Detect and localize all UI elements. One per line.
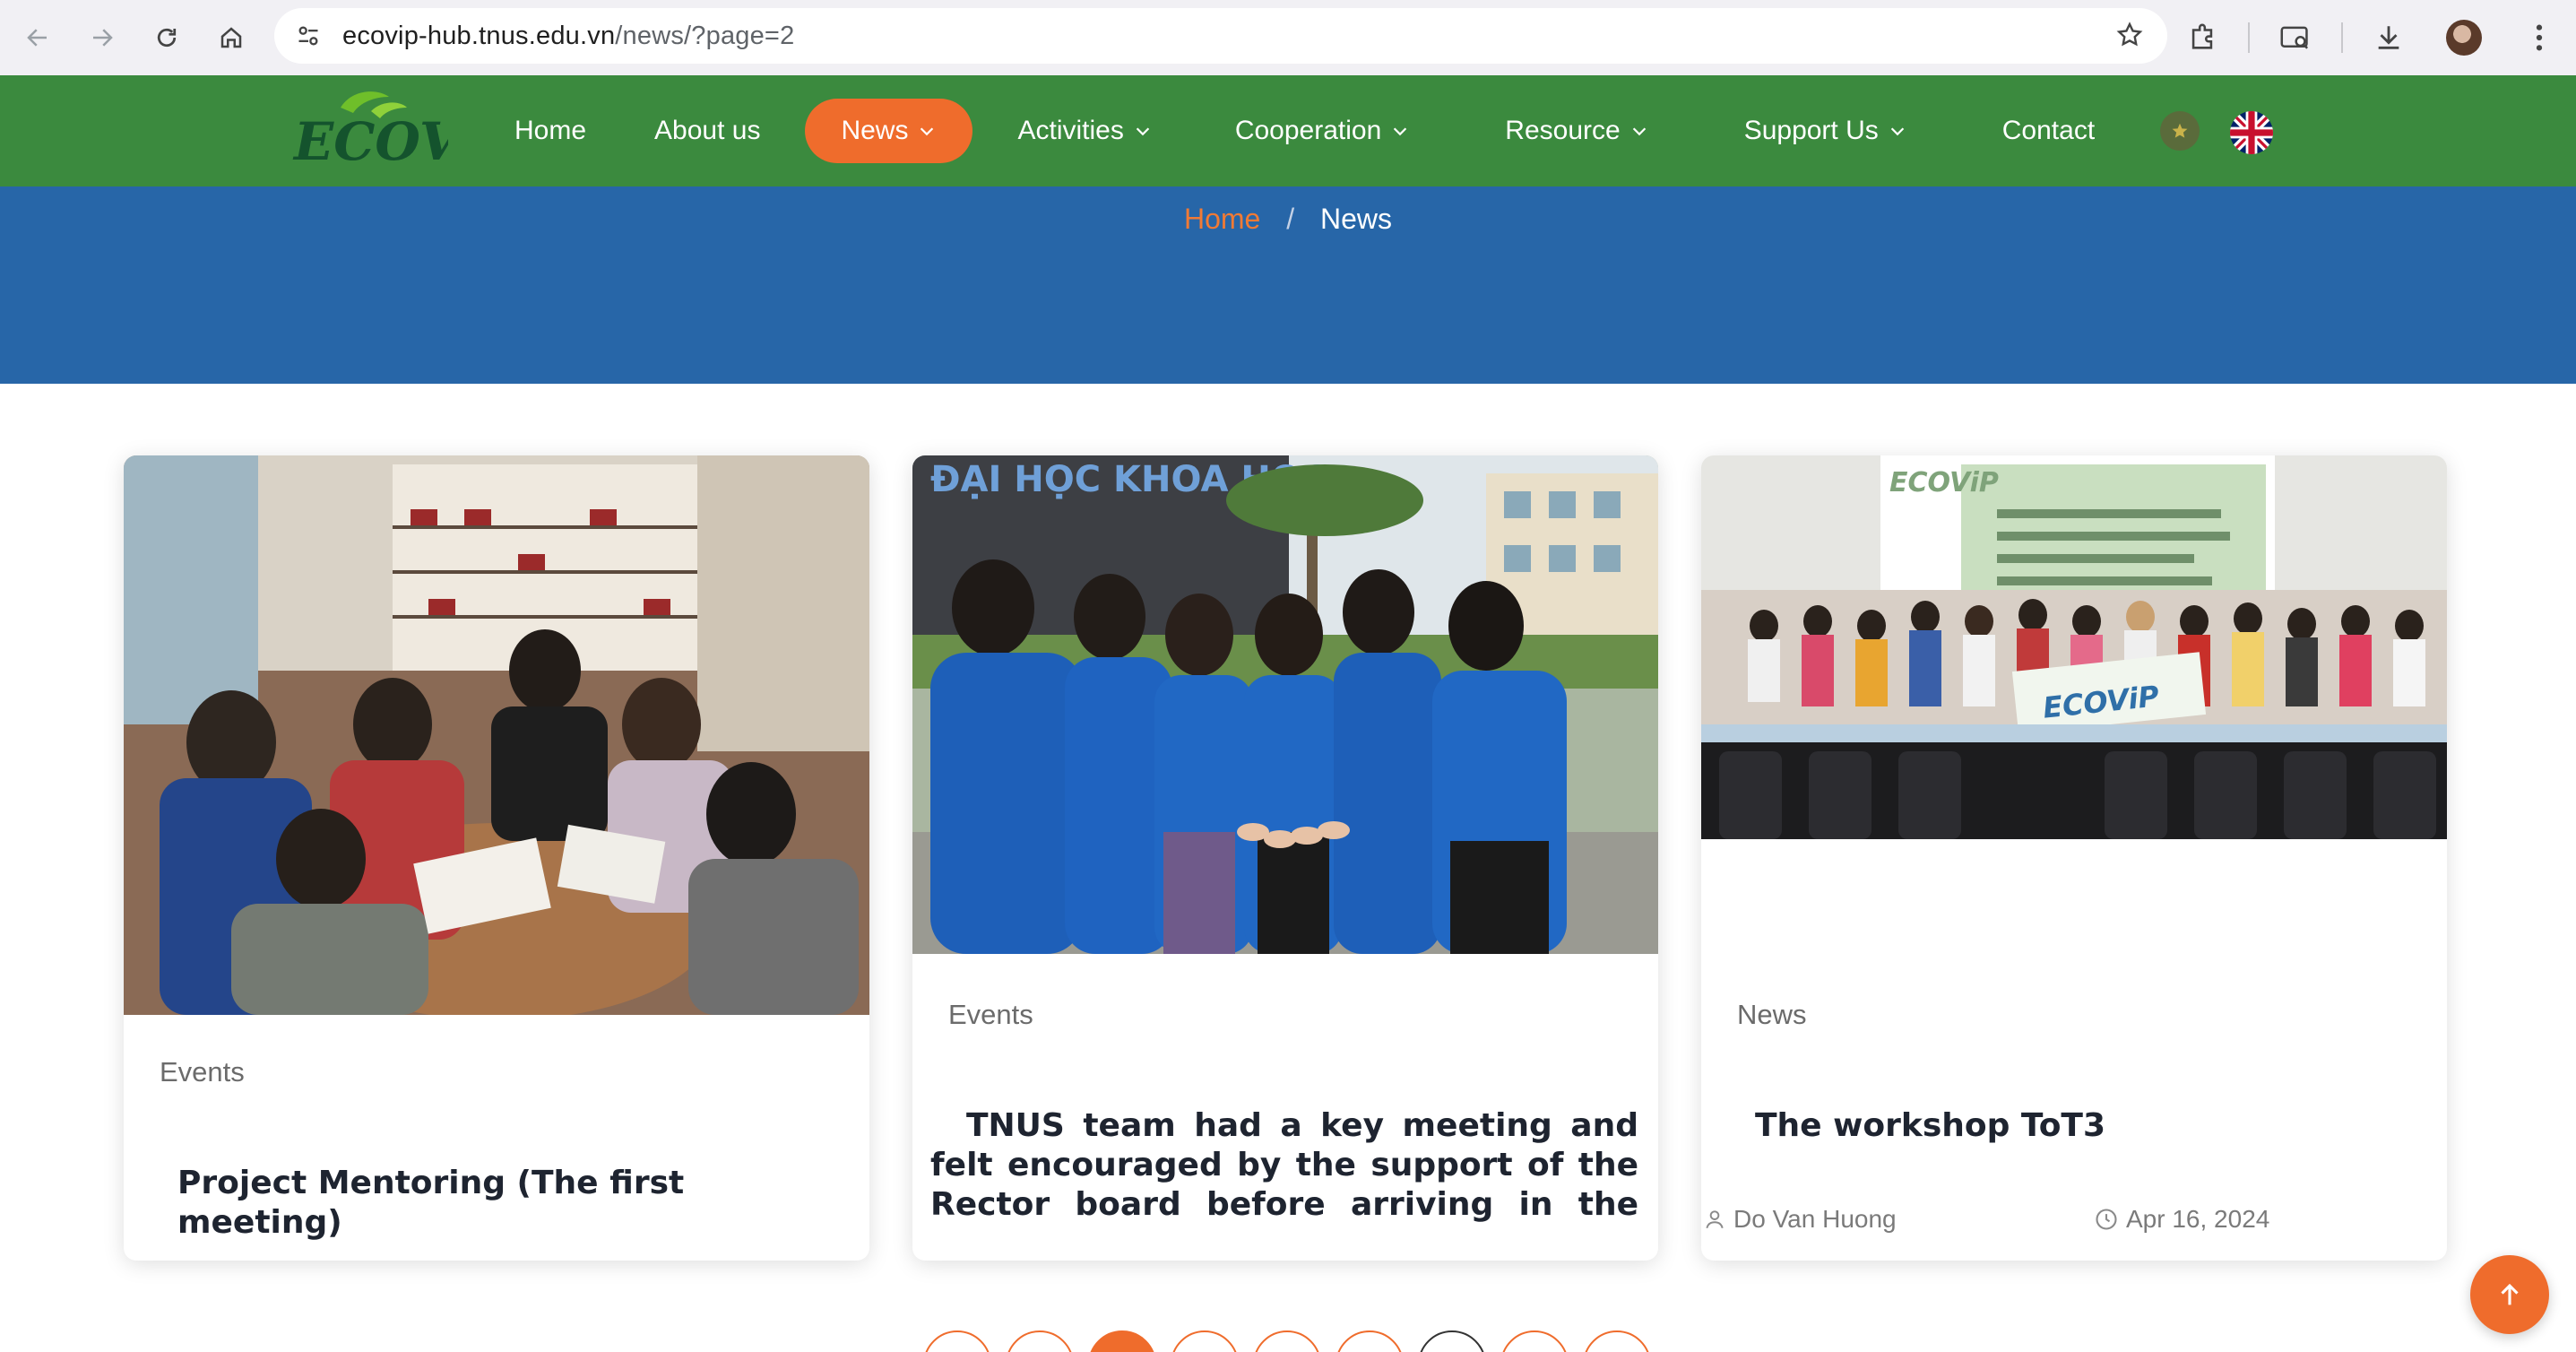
card-category[interactable]: Events (948, 999, 1033, 1031)
bookmark-star-icon[interactable] (2112, 17, 2148, 53)
pagination-button[interactable] (1253, 1330, 1321, 1352)
slide-logo-text: ECOViP (1889, 467, 1999, 498)
card-author: Do Van Huong (1703, 1205, 1897, 1234)
reload-icon[interactable] (140, 11, 194, 65)
chevron-down-icon (1888, 121, 1907, 141)
back-icon[interactable] (11, 11, 65, 65)
card-title[interactable]: The workshop ToT3 (1755, 1106, 2418, 1146)
nav-contact[interactable]: Contact (1981, 99, 2116, 163)
arrow-up-icon (2501, 1283, 2519, 1305)
url-host: ecovip-hub.tnus.edu.vn (342, 21, 616, 50)
breadcrumb-home-link[interactable]: Home (1184, 203, 1260, 235)
news-card[interactable]: ECOViP ECOViP News The workshop ToT3 Do … (1701, 455, 2447, 1261)
nav-about-us[interactable]: About us (633, 99, 782, 163)
breadcrumb: Home / News (0, 203, 2576, 236)
page-banner: Home / News (0, 186, 2576, 384)
pagination-button-current[interactable] (1088, 1330, 1156, 1352)
browser-toolbar: ecovip-hub.tnus.edu.vn/news/?page=2 (0, 0, 2576, 75)
nav-activities[interactable]: Activities (996, 99, 1173, 163)
pagination-button[interactable] (1006, 1330, 1074, 1352)
extensions-icon[interactable] (2173, 8, 2232, 67)
nav-home[interactable]: Home (493, 99, 608, 163)
clock-icon (2096, 1209, 2117, 1230)
site-navbar: ECOViP Home About us News Activities Coo… (0, 75, 2576, 186)
site-logo[interactable]: ECOViP (289, 84, 519, 178)
card-title[interactable]: TNUS team had a key meeting and felt enc… (930, 1106, 1638, 1225)
download-icon[interactable] (2359, 8, 2418, 67)
card-date: Apr 16, 2024 (2094, 1205, 2269, 1234)
nav-label: Activities (1017, 116, 1124, 145)
pagination-button[interactable] (1171, 1330, 1239, 1352)
home-icon[interactable] (204, 11, 258, 65)
pagination (923, 1330, 1665, 1352)
address-bar[interactable]: ecovip-hub.tnus.edu.vn/news/?page=2 (274, 8, 2167, 64)
nav-label: Resource (1505, 116, 1621, 145)
nav-label: News (841, 116, 909, 145)
nav-resource[interactable]: Resource (1483, 99, 1670, 163)
chevron-down-icon (1133, 121, 1153, 141)
card-category[interactable]: News (1737, 999, 1807, 1031)
chevron-down-icon (1390, 121, 1410, 141)
breadcrumb-separator: / (1286, 203, 1295, 235)
english-flag-icon[interactable] (2230, 111, 2273, 154)
pagination-button[interactable] (1336, 1330, 1404, 1352)
forward-icon[interactable] (75, 11, 129, 65)
author-name: Do Van Huong (1733, 1205, 1897, 1233)
nav-label: About us (654, 116, 761, 145)
nav-news[interactable]: News (805, 99, 973, 163)
pagination-button[interactable] (923, 1330, 991, 1352)
url-path: /news/?page=2 (615, 21, 795, 50)
card-title[interactable]: Project Mentoring (The first meeting) (177, 1164, 841, 1243)
nav-cooperation[interactable]: Cooperation (1214, 99, 1431, 163)
menu-kebab-icon[interactable] (2510, 8, 2569, 67)
chevron-down-icon (1629, 121, 1649, 141)
nav-label: Support Us (1743, 116, 1879, 145)
profile-avatar[interactable] (2434, 8, 2494, 67)
post-date: Apr 16, 2024 (2126, 1205, 2270, 1233)
pagination-button[interactable] (1418, 1330, 1486, 1352)
news-card[interactable]: Events Project Mentoring (The first meet… (124, 455, 869, 1261)
chevron-down-icon (917, 121, 937, 141)
card-thumbnail[interactable]: ECOViP ECOViP (1701, 455, 2447, 839)
nav-label: Cooperation (1234, 116, 1382, 145)
url-text: ecovip-hub.tnus.edu.vn/news/?page=2 (342, 22, 794, 51)
card-thumbnail[interactable] (124, 455, 869, 1015)
toolbar-divider (2341, 22, 2343, 53)
nav-label: Contact (2001, 116, 2096, 145)
logo-wordmark: ECOViP (292, 111, 448, 172)
main-menu: Home About us News Activities Cooperatio… (493, 75, 2132, 186)
nav-support-us[interactable]: Support Us (1723, 99, 1929, 163)
site-info-icon[interactable] (290, 18, 326, 54)
pagination-button[interactable] (1583, 1330, 1651, 1352)
back-to-top-button[interactable] (2470, 1255, 2549, 1334)
nav-label: Home (514, 116, 587, 145)
vietnamese-flag-icon[interactable] (2160, 111, 2200, 151)
toolbar-divider (2248, 22, 2250, 53)
pagination-button[interactable] (1500, 1330, 1569, 1352)
tab-search-icon[interactable] (2266, 8, 2325, 67)
breadcrumb-current: News (1320, 203, 1393, 235)
news-card[interactable]: ĐẠI HỌC KHOA HỌC Events TNUS team had a … (912, 455, 1658, 1261)
user-icon (1706, 1210, 1724, 1229)
card-category[interactable]: Events (160, 1056, 245, 1088)
card-thumbnail[interactable]: ĐẠI HỌC KHOA HỌC (912, 455, 1658, 954)
